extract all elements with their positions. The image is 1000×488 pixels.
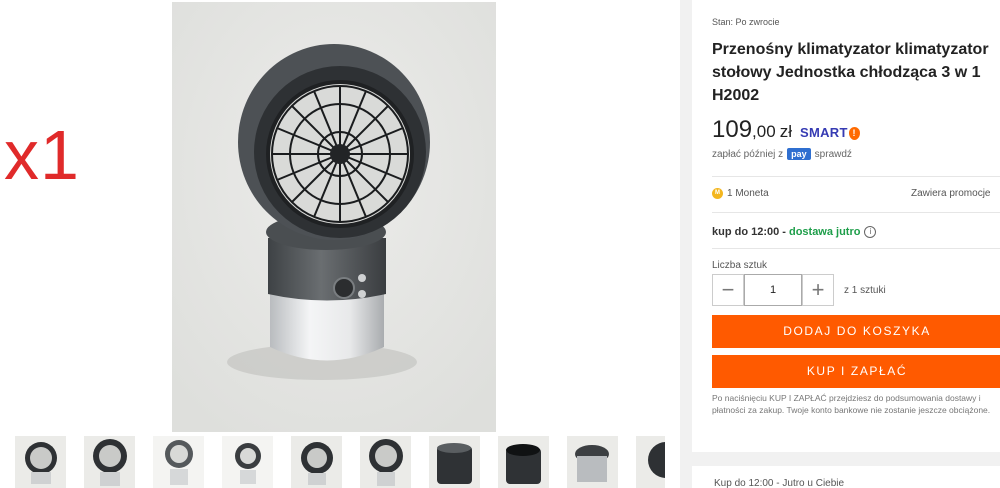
quantity-input[interactable] [744,274,802,306]
quantity-overlay-label: x1 [4,116,80,194]
price-decimal: ,00 [752,122,776,141]
quantity-label: Liczba sztuk [712,260,768,271]
product-title-line: H2002 [712,87,760,104]
buy-disclaimer: Po naciśnięciu KUP I ZAPŁAĆ przejdziesz … [712,393,991,415]
divider [712,176,1000,177]
price: 109 ,00 zł SMART ! [712,116,860,144]
purchase-panel: Stan: Po zwrocie Przenośny klimatyzator … [680,0,1000,488]
divider [712,212,1000,213]
product-gallery: x1 [0,0,680,488]
bottom-delivery-hint: Kup do 12:00 - Jutro u Ciebie [714,478,845,488]
thumbnail-strip [15,436,665,488]
thumbnail[interactable] [636,436,665,488]
divider [712,248,1000,249]
info-icon[interactable]: i [864,226,877,238]
thumbnail[interactable] [15,436,66,488]
coin-label: 1 Moneta [727,188,769,199]
minus-icon[interactable]: − [712,274,744,306]
thumbnail[interactable] [360,436,411,488]
product-page: x1 Stan: Po zwrocie Przenośny klimatyzat… [0,0,1000,488]
pay-later-row: zapłać później z pay sprawdź [712,148,852,160]
thumbnail[interactable] [567,436,618,488]
price-integer: 109 [712,116,753,143]
pay-later-text: zapłać później z [712,148,784,160]
buy-now-button[interactable]: KUP I ZAPŁAĆ [712,355,1000,388]
thumbnail[interactable] [291,436,342,488]
main-product-photo[interactable] [172,2,496,432]
smart-badge-icon: ! [848,127,860,140]
quantity-stepper: − + z 1 sztuki [712,274,886,306]
pay-later-check-link[interactable]: sprawdź [815,149,852,160]
thumbnail[interactable] [222,436,273,488]
offer-card: Stan: Po zwrocie Przenośny klimatyzator … [692,0,1000,452]
smart-badge[interactable]: SMART ! [800,125,860,140]
delivery-highlight: dostawa jutro [788,226,861,238]
payu-logo: pay [787,148,811,160]
thumbnail[interactable] [429,436,480,488]
product-title-line: stołowy Jednostka chłodząca 3 w 1 [712,64,981,81]
delivery-card: Kup do 12:00 - Jutro u Ciebie [692,466,1000,488]
condition-label: Stan: Po zwrocie [712,17,780,27]
thumbnail[interactable] [498,436,549,488]
product-title-line: Przenośny klimatyzator klimatyzator [712,41,989,58]
promo-link[interactable]: Zawiera promocje [911,188,990,199]
quantity-available: z 1 sztuki [844,284,886,296]
smart-label: SMART [799,125,848,140]
price-currency: zł [779,122,792,141]
delivery-info: kup do 12:00 - dostawa jutro i [712,226,877,238]
product-title: Przenośny klimatyzator klimatyzator stoł… [712,38,1000,107]
delivery-prefix: kup do 12:00 - [712,226,786,238]
thumbnail[interactable] [84,436,135,488]
coin-icon: M [712,188,723,199]
plus-icon[interactable]: + [802,274,834,306]
fan-image [172,2,496,432]
coin-reward: M 1 Moneta [712,188,769,199]
add-to-cart-button[interactable]: DODAJ DO KOSZYKA [712,315,1000,348]
thumbnail[interactable] [153,436,204,488]
